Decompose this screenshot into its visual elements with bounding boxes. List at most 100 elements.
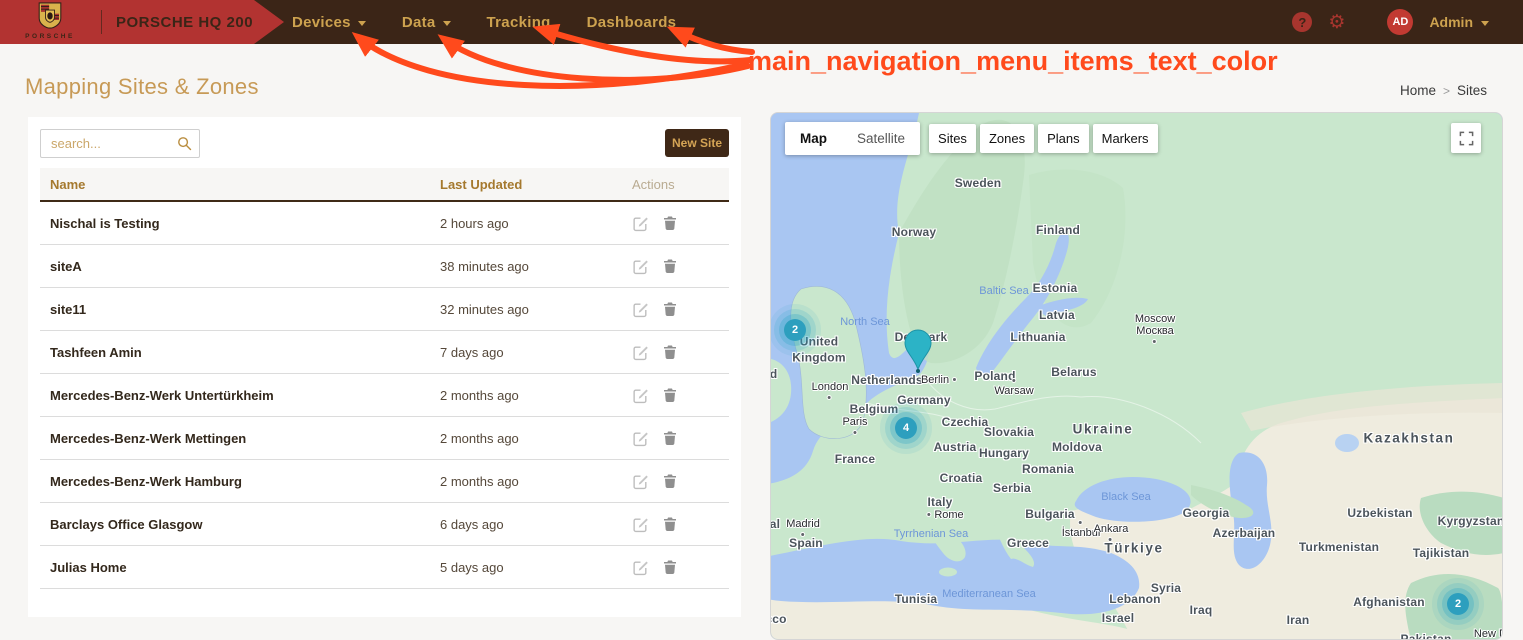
annotation-arrow-devices	[358, 37, 746, 86]
table-row: Barclays Office Glasgow 6 days ago	[40, 503, 729, 546]
edit-icon[interactable]	[632, 473, 649, 490]
edit-icon[interactable]	[632, 559, 649, 576]
nav-item-label: Dashboards	[587, 14, 677, 31]
delete-icon[interactable]	[662, 301, 678, 317]
site-name[interactable]: Mercedes-Benz-Werk Mettingen	[50, 431, 246, 446]
nav-item[interactable]: Tracking	[487, 14, 551, 31]
sites-table-body: Nischal is Testing 2 hours ago siteA 38 …	[40, 202, 729, 589]
table-row: Mercedes-Benz-Werk Untertürkheim 2 month…	[40, 374, 729, 417]
map-type-button[interactable]: Satellite	[842, 122, 920, 155]
annotation-arrow-data	[444, 39, 748, 80]
delete-icon[interactable]	[662, 430, 678, 446]
map-layer-button[interactable]: Markers	[1093, 124, 1158, 153]
site-last-updated: 2 months ago	[440, 474, 519, 489]
column-header-actions: Actions	[632, 177, 675, 192]
site-name[interactable]: Mercedes-Benz-Werk Untertürkheim	[50, 388, 274, 403]
site-last-updated: 38 minutes ago	[440, 259, 529, 274]
row-actions	[632, 559, 678, 576]
row-actions	[632, 301, 678, 318]
map-pin-denmark[interactable]	[904, 329, 932, 369]
porsche-crest-icon	[38, 2, 62, 29]
edit-icon[interactable]	[632, 387, 649, 404]
nav-item-label: Data	[402, 14, 436, 31]
delete-icon[interactable]	[662, 215, 678, 231]
site-name[interactable]: site11	[50, 302, 86, 317]
edit-icon[interactable]	[632, 215, 649, 232]
map-layer-buttons: Sites Zones Plans Markers	[929, 122, 1158, 155]
map-pin-anchor-dot	[916, 369, 920, 373]
breadcrumb: Home > Sites	[1400, 83, 1487, 98]
row-actions	[632, 473, 678, 490]
column-header-last-updated: Last Updated	[440, 177, 522, 192]
chevron-down-icon	[358, 21, 366, 26]
row-actions	[632, 516, 678, 533]
nav-item[interactable]: Dashboards	[587, 14, 677, 31]
avatar[interactable]: AD	[1387, 9, 1413, 35]
main-navigation: Devices Data Tracking Dashboards	[292, 0, 676, 44]
page-title: Mapping Sites & Zones	[25, 74, 259, 100]
site-last-updated: 2 months ago	[440, 388, 519, 403]
map-layer-button[interactable]: Zones	[980, 124, 1034, 153]
cluster-marker[interactable]: 2	[1447, 593, 1469, 615]
brand-divider	[101, 10, 102, 34]
new-site-button[interactable]: New Site	[665, 129, 729, 157]
edit-icon[interactable]	[632, 301, 649, 318]
search-input[interactable]	[41, 130, 199, 157]
cluster-marker[interactable]: 2	[784, 319, 806, 341]
nav-item[interactable]: Devices	[292, 14, 366, 31]
brand-arrow-shape	[254, 0, 284, 44]
row-actions	[632, 430, 678, 447]
porsche-wordmark: PORSCHE	[14, 33, 86, 40]
site-name[interactable]: Mercedes-Benz-Werk Hamburg	[50, 474, 242, 489]
breadcrumb-home[interactable]: Home	[1400, 83, 1436, 98]
edit-icon[interactable]	[632, 344, 649, 361]
delete-icon[interactable]	[662, 473, 678, 489]
edit-icon[interactable]	[632, 258, 649, 275]
fullscreen-button[interactable]	[1451, 123, 1481, 153]
site-name[interactable]: siteA	[50, 259, 82, 274]
help-icon[interactable]: ?	[1292, 12, 1312, 32]
map-layer-button[interactable]: Plans	[1038, 124, 1089, 153]
header-actions: ? ⚙ AD Admin	[1292, 0, 1489, 44]
cluster-marker[interactable]: 4	[895, 417, 917, 439]
chevron-down-icon	[1481, 21, 1489, 26]
delete-icon[interactable]	[662, 387, 678, 403]
row-actions	[632, 215, 678, 232]
column-header-name: Name	[50, 177, 85, 192]
brand-block: PORSCHE PORSCHE HQ 200	[0, 0, 254, 44]
delete-icon[interactable]	[662, 516, 678, 532]
delete-icon[interactable]	[662, 559, 678, 575]
porsche-crest-logo: PORSCHE	[14, 2, 86, 42]
nav-item-label: Devices	[292, 14, 351, 31]
site-name[interactable]: Nischal is Testing	[50, 216, 160, 231]
gear-icon[interactable]: ⚙	[1328, 13, 1345, 32]
sites-table: Name Last Updated Actions Nischal is Tes…	[40, 168, 729, 589]
map-controls: Map Satellite Sites Zones Plans Markers	[785, 122, 1158, 155]
site-last-updated: 5 days ago	[440, 560, 504, 575]
map-type-button[interactable]: Map	[785, 122, 842, 155]
row-actions	[632, 387, 678, 404]
site-name[interactable]: Barclays Office Glasgow	[50, 517, 202, 532]
site-name[interactable]: Tashfeen Amin	[50, 345, 142, 360]
map-layer-button[interactable]: Sites	[929, 124, 976, 153]
annotation-label: main_navigation_menu_items_text_color	[748, 46, 1278, 77]
edit-icon[interactable]	[632, 430, 649, 447]
app-title: PORSCHE HQ 200	[116, 14, 253, 31]
search-icon[interactable]	[177, 136, 192, 151]
delete-icon[interactable]	[662, 344, 678, 360]
site-last-updated: 32 minutes ago	[440, 302, 529, 317]
delete-icon[interactable]	[662, 258, 678, 274]
user-menu-label: Admin	[1429, 14, 1473, 30]
edit-icon[interactable]	[632, 516, 649, 533]
table-row: Mercedes-Benz-Werk Mettingen 2 months ag…	[40, 417, 729, 460]
table-row: Mercedes-Benz-Werk Hamburg 2 months ago	[40, 460, 729, 503]
table-row: Nischal is Testing 2 hours ago	[40, 202, 729, 245]
site-name[interactable]: Julias Home	[50, 560, 127, 575]
user-menu[interactable]: Admin	[1429, 14, 1489, 30]
nav-item[interactable]: Data	[402, 14, 451, 31]
nav-item-label: Tracking	[487, 14, 551, 31]
map-type-toggle: Map Satellite	[785, 122, 920, 155]
site-last-updated: 7 days ago	[440, 345, 504, 360]
site-last-updated: 2 hours ago	[440, 216, 509, 231]
map-canvas[interactable]	[771, 113, 1503, 640]
